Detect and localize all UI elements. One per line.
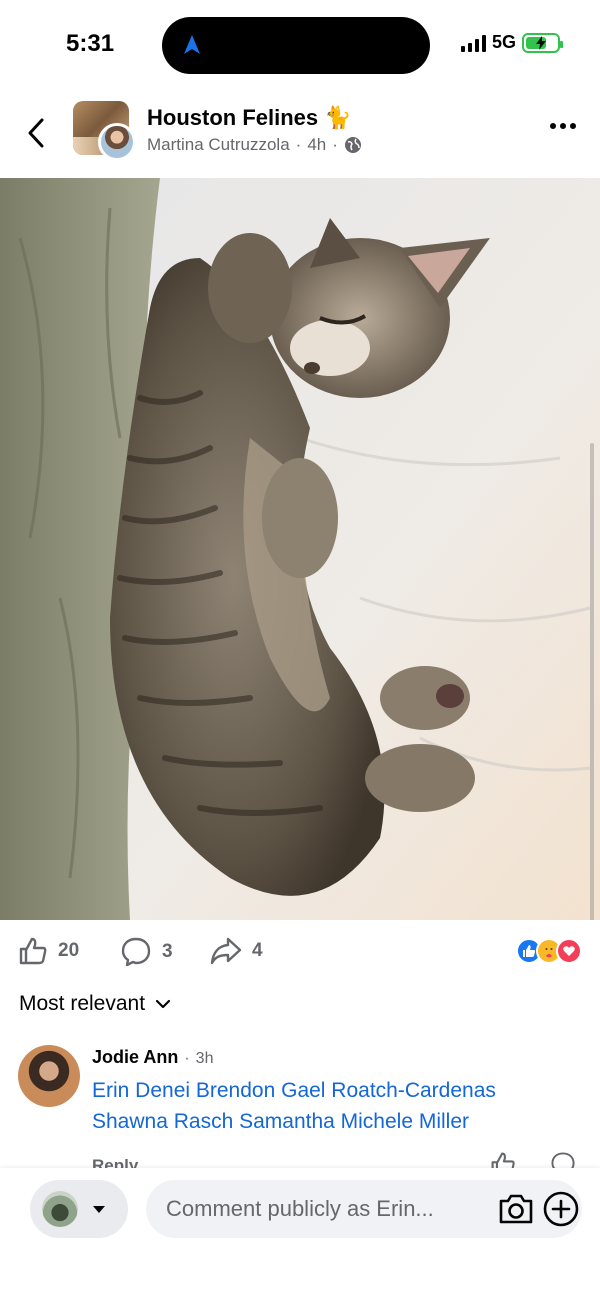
group-name[interactable]: Houston Felines 🐈 [147,105,352,131]
sleeping-kitten-photo [0,178,600,920]
share-count: 4 [252,940,263,961]
status-bar: 5:31 5G [0,0,600,90]
author-avatar[interactable] [98,123,136,161]
comment-text-tags[interactable]: Erin Denei Brendon Gael Roatch-Cardenas … [92,1075,572,1137]
comment-header: Jodie Ann · 3h [92,1047,213,1068]
post-meta: Martina Cutruzzola · 4h · [147,135,362,155]
add-attachment-button[interactable] [542,1190,580,1233]
current-user-avatar [42,1191,78,1227]
caret-down-icon [93,1205,105,1213]
post-header: Houston Felines 🐈 Martina Cutruzzola · 4… [0,95,600,175]
comment-item: Jodie Ann · 3h Erin Denei Brendon Gael R… [0,1043,600,1168]
status-indicators: 5G [460,32,563,53]
comment-bubble-icon [121,937,151,967]
share-button[interactable]: 4 [210,936,263,966]
location-arrow-icon [184,35,200,54]
comment-composer: Comment publicly as Erin... [0,1168,600,1301]
account-switcher[interactable] [30,1180,128,1238]
chevron-left-icon [28,118,44,148]
love-reaction-icon [556,938,582,964]
network-type: 5G [491,32,516,52]
comment-separator: · [184,1050,190,1067]
like-button[interactable]: 20 [18,936,79,966]
share-arrow-icon [210,937,242,965]
dynamic-island [162,17,430,74]
sort-label: Most relevant [19,992,146,1015]
comment-reply-bubble-icon[interactable] [550,1151,576,1168]
chevron-down-icon [155,999,171,1009]
battery-icon [522,32,563,53]
comment-placeholder: Comment publicly as Erin... [166,1196,434,1221]
reply-button[interactable]: Reply [92,1156,138,1168]
like-count: 20 [58,940,80,961]
post-time: 4h [307,135,327,154]
commenter-name[interactable]: Jodie Ann [92,1047,178,1068]
cell-signal-icon [460,34,486,52]
post-actions: 20 3 4 [0,930,600,974]
camera-button[interactable] [498,1192,534,1231]
camera-icon [499,1194,533,1224]
meta-separator: · [332,135,338,154]
meta-separator: · [295,135,302,154]
comment-button[interactable]: 3 [120,936,173,968]
plus-circle-icon [543,1191,579,1227]
comment-sort-dropdown[interactable]: Most relevant [19,992,171,1016]
comment-time: 3h [195,1050,214,1067]
status-time: 5:31 [66,30,115,57]
post-photo[interactable] [0,178,600,920]
comment-like-icon[interactable] [490,1151,516,1168]
more-options-button[interactable] [550,123,576,129]
commenter-avatar[interactable] [18,1045,80,1107]
comment-count: 3 [162,941,173,962]
globe-icon [344,136,362,154]
back-button[interactable] [22,115,50,151]
scroll-indicator [590,443,594,920]
thumbs-up-icon [19,937,47,965]
author-name[interactable]: Martina Cutruzzola [147,135,290,155]
reaction-summary[interactable] [516,938,582,964]
